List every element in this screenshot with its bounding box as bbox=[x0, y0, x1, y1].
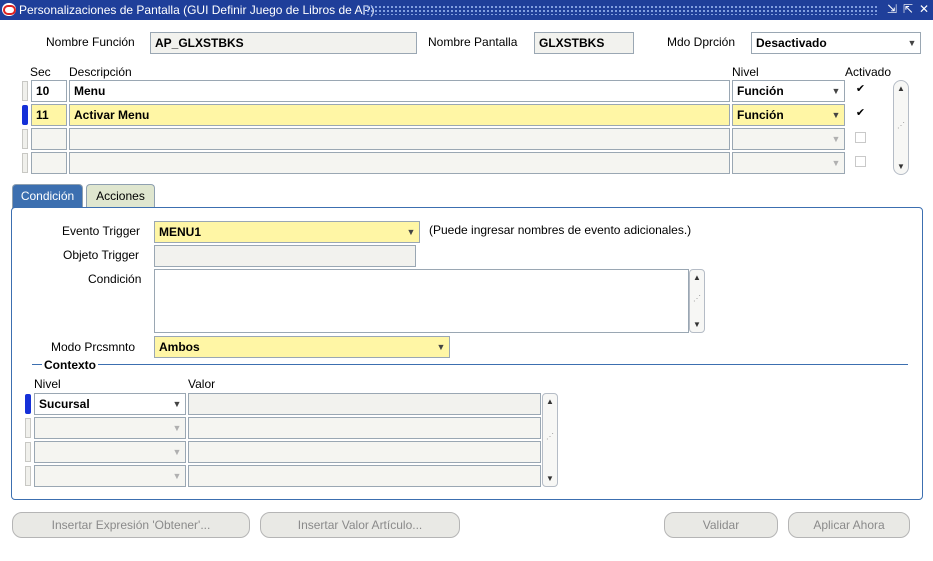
enabled-checkbox[interactable] bbox=[855, 132, 866, 143]
column-header-seq: Sec bbox=[30, 65, 51, 79]
close-icon[interactable]: ✕ bbox=[918, 3, 930, 16]
trigger-object-field[interactable] bbox=[154, 245, 416, 267]
window-title: Personalizaciones de Pantalla (GUI Defin… bbox=[19, 3, 375, 17]
scroll-grip-icon[interactable]: ⋰ bbox=[543, 432, 557, 441]
debug-mode-select[interactable]: Desactivado ▼ bbox=[751, 32, 921, 54]
condition-label: Condición bbox=[88, 272, 142, 286]
form-name-field: GLXSTBKS bbox=[534, 32, 634, 54]
scroll-up-icon[interactable]: ▲ bbox=[543, 397, 557, 406]
processing-mode-label: Modo Prcsmnto bbox=[51, 340, 136, 354]
chevron-down-icon[interactable]: ▼ bbox=[169, 442, 185, 462]
scroll-grip-icon[interactable]: ⋰ bbox=[690, 294, 704, 303]
chevron-down-icon[interactable]: ▼ bbox=[828, 81, 844, 101]
column-header-description: Descripción bbox=[69, 65, 132, 79]
processing-mode-select[interactable]: Ambos ▼ bbox=[154, 336, 450, 358]
title-bar: Personalizaciones de Pantalla (GUI Defin… bbox=[0, 0, 933, 20]
context-value-field[interactable] bbox=[188, 441, 541, 463]
form-name-label: Nombre Pantalla bbox=[428, 35, 518, 49]
rules-scrollbar[interactable]: ▲ ⋰ ▼ bbox=[893, 80, 909, 175]
scroll-up-icon[interactable]: ▲ bbox=[894, 84, 908, 93]
row-selector-active[interactable] bbox=[22, 105, 28, 125]
validate-button[interactable]: Validar bbox=[664, 512, 778, 538]
context-title: Contexto bbox=[42, 358, 98, 372]
title-bar-pattern bbox=[362, 5, 878, 15]
chevron-down-icon[interactable]: ▼ bbox=[169, 418, 185, 438]
context-column-value: Valor bbox=[188, 377, 216, 391]
context-row-selector[interactable] bbox=[25, 418, 31, 438]
oracle-logo-icon bbox=[2, 3, 16, 16]
apply-now-button[interactable]: Aplicar Ahora bbox=[788, 512, 910, 538]
sequence-field[interactable]: 11 bbox=[31, 104, 67, 126]
scroll-down-icon[interactable]: ▼ bbox=[543, 474, 557, 483]
scroll-grip-icon[interactable]: ⋰ bbox=[894, 121, 908, 130]
debug-mode-label: Mdo Dprción bbox=[667, 35, 736, 49]
enabled-checkbox[interactable] bbox=[855, 156, 866, 167]
chevron-down-icon[interactable]: ▼ bbox=[828, 153, 844, 173]
chevron-down-icon[interactable]: ▼ bbox=[403, 222, 419, 242]
context-divider bbox=[32, 364, 908, 365]
context-value-field[interactable] bbox=[188, 465, 541, 487]
chevron-down-icon[interactable]: ▼ bbox=[169, 394, 185, 414]
enabled-checkbox[interactable]: ✔ bbox=[855, 84, 866, 95]
level-select[interactable]: Función ▼ bbox=[732, 104, 845, 126]
row-selector[interactable] bbox=[22, 129, 28, 149]
level-value: Función bbox=[737, 84, 784, 98]
description-field[interactable] bbox=[69, 152, 730, 174]
trigger-event-value: MENU1 bbox=[159, 225, 202, 239]
insert-get-expression-button[interactable]: Insertar Expresión 'Obtener'... bbox=[12, 512, 250, 538]
context-value-field[interactable] bbox=[188, 417, 541, 439]
trigger-object-label: Objeto Trigger bbox=[63, 248, 140, 262]
trigger-hint-text: (Puede ingresar nombres de evento adicio… bbox=[429, 223, 692, 237]
context-level-select[interactable]: ▼ bbox=[34, 417, 186, 439]
tab-actions[interactable]: Acciones bbox=[86, 184, 155, 209]
context-row-selector-active[interactable] bbox=[25, 394, 31, 414]
scroll-down-icon[interactable]: ▼ bbox=[894, 162, 908, 171]
sequence-field[interactable]: 10 bbox=[31, 80, 67, 102]
trigger-event-label: Evento Trigger bbox=[62, 224, 141, 238]
chevron-down-icon[interactable]: ▼ bbox=[828, 105, 844, 125]
processing-mode-value: Ambos bbox=[159, 340, 200, 354]
row-selector[interactable] bbox=[22, 153, 28, 173]
level-value: Función bbox=[737, 108, 784, 122]
description-field[interactable]: Menu bbox=[69, 80, 730, 102]
chevron-down-icon[interactable]: ▼ bbox=[433, 337, 449, 357]
scroll-down-icon[interactable]: ▼ bbox=[690, 320, 704, 329]
condition-scrollbar[interactable]: ▲ ⋰ ▼ bbox=[689, 269, 705, 333]
description-field[interactable]: Activar Menu bbox=[69, 104, 730, 126]
scroll-up-icon[interactable]: ▲ bbox=[690, 273, 704, 282]
context-level-select[interactable]: Sucursal ▼ bbox=[34, 393, 186, 415]
level-select[interactable]: ▼ bbox=[732, 152, 845, 174]
function-name-label: Nombre Función bbox=[46, 35, 135, 49]
context-level-select[interactable]: ▼ bbox=[34, 465, 186, 487]
maximize-icon[interactable]: ⇱ bbox=[902, 3, 914, 16]
column-header-enabled: Activado bbox=[845, 65, 892, 79]
context-scrollbar[interactable]: ▲ ⋰ ▼ bbox=[542, 393, 558, 487]
level-select[interactable]: ▼ bbox=[732, 128, 845, 150]
enabled-checkbox[interactable]: ✔ bbox=[855, 108, 866, 119]
row-selector[interactable] bbox=[22, 81, 28, 101]
context-level-value: Sucursal bbox=[39, 397, 90, 411]
debug-mode-value: Desactivado bbox=[756, 36, 827, 50]
trigger-event-select[interactable]: MENU1 ▼ bbox=[154, 221, 420, 243]
chevron-down-icon[interactable]: ▼ bbox=[904, 33, 920, 53]
tab-condition[interactable]: Condición bbox=[12, 184, 83, 209]
condition-textarea[interactable] bbox=[154, 269, 689, 333]
resize-icon[interactable]: ⇲ bbox=[886, 3, 898, 16]
context-column-level: Nivel bbox=[34, 377, 61, 391]
sequence-field[interactable] bbox=[31, 128, 67, 150]
function-name-field: AP_GLXSTBKS bbox=[150, 32, 417, 54]
chevron-down-icon[interactable]: ▼ bbox=[828, 129, 844, 149]
description-field[interactable] bbox=[69, 128, 730, 150]
level-select[interactable]: Función ▼ bbox=[732, 80, 845, 102]
context-value-field[interactable] bbox=[188, 393, 541, 415]
insert-item-value-button[interactable]: Insertar Valor Artículo... bbox=[260, 512, 460, 538]
column-header-level: Nivel bbox=[732, 65, 759, 79]
sequence-field[interactable] bbox=[31, 152, 67, 174]
context-row-selector[interactable] bbox=[25, 466, 31, 486]
context-row-selector[interactable] bbox=[25, 442, 31, 462]
chevron-down-icon[interactable]: ▼ bbox=[169, 466, 185, 486]
context-level-select[interactable]: ▼ bbox=[34, 441, 186, 463]
